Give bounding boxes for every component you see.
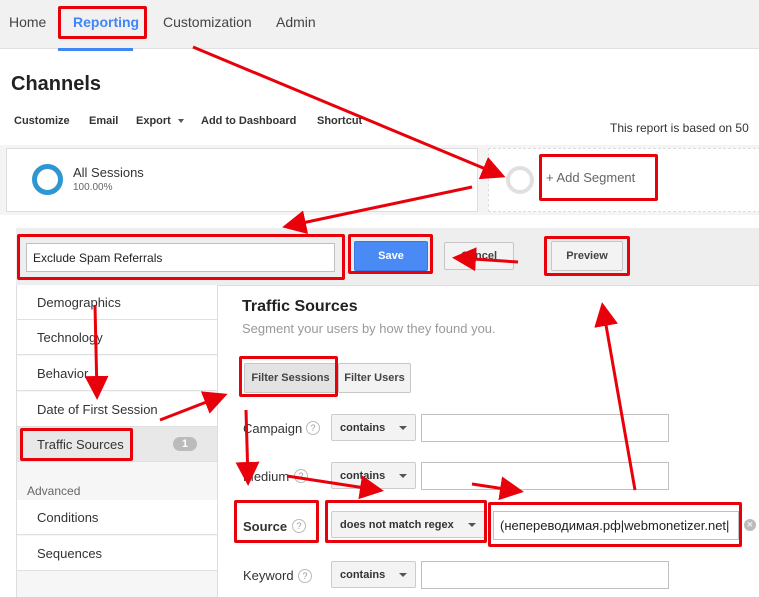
active-tab-indicator bbox=[58, 48, 133, 51]
clear-icon[interactable]: × bbox=[744, 519, 756, 531]
cancel-button[interactable]: Cancel bbox=[444, 242, 514, 270]
source-label: Source bbox=[243, 519, 288, 534]
sidebar-item-date-of-first-session[interactable]: Date of First Session bbox=[17, 392, 217, 427]
sidebar-item-label: Traffic Sources bbox=[37, 436, 124, 452]
keyword-label: Keyword bbox=[243, 568, 294, 583]
help-icon[interactable]: ? bbox=[294, 469, 308, 483]
chevron-down-icon bbox=[399, 572, 407, 577]
segment-percent: 100.00% bbox=[73, 182, 113, 193]
sidebar-item-conditions[interactable]: Conditions bbox=[17, 500, 217, 535]
filter-count-badge: 1 bbox=[172, 437, 197, 451]
preview-button[interactable]: Preview bbox=[551, 241, 623, 271]
help-icon[interactable]: ? bbox=[292, 519, 306, 533]
sidebar-item-traffic-sources[interactable]: Traffic Sources 1 bbox=[17, 427, 217, 462]
operator-label: contains bbox=[340, 421, 386, 434]
segment-label: All Sessions bbox=[73, 165, 144, 180]
empty-segment-ring-icon bbox=[506, 166, 534, 194]
filter-sessions-button[interactable]: Filter Sessions bbox=[244, 363, 337, 393]
operator-label: contains bbox=[340, 469, 386, 482]
add-segment-slot[interactable]: + Add Segment bbox=[488, 148, 759, 212]
tab-home[interactable]: Home bbox=[9, 14, 46, 30]
tab-customization[interactable]: Customization bbox=[163, 14, 252, 30]
chevron-down-icon bbox=[399, 473, 407, 478]
export-button[interactable]: Export bbox=[136, 115, 184, 127]
sidebar-item-technology[interactable]: Technology bbox=[17, 320, 217, 355]
shortcut-button[interactable]: Shortcut bbox=[317, 115, 362, 127]
tab-admin[interactable]: Admin bbox=[276, 14, 316, 30]
medium-value-input[interactable] bbox=[421, 462, 669, 490]
page-title: Channels bbox=[11, 73, 102, 95]
export-label: Export bbox=[136, 115, 171, 127]
campaign-value-input[interactable] bbox=[421, 414, 669, 442]
report-sampling-note: This report is based on 50 bbox=[610, 121, 749, 135]
customize-button[interactable]: Customize bbox=[14, 115, 70, 127]
tab-reporting[interactable]: Reporting bbox=[73, 14, 139, 30]
segment-name-input[interactable]: Exclude Spam Referrals bbox=[26, 243, 335, 272]
panel-subtitle: Segment your users by how they found you… bbox=[242, 321, 496, 336]
help-icon[interactable]: ? bbox=[298, 569, 312, 583]
campaign-label: Campaign bbox=[243, 421, 303, 436]
sidebar-item-behavior[interactable]: Behavior bbox=[17, 356, 217, 391]
segment-ring-icon bbox=[32, 164, 63, 195]
email-button[interactable]: Email bbox=[89, 115, 118, 127]
sidebar-item-demographics[interactable]: Demographics bbox=[17, 285, 217, 320]
panel-title: Traffic Sources bbox=[242, 298, 358, 315]
source-value-input[interactable]: (непереводимая.рф|webmonetizer.net| bbox=[493, 511, 739, 540]
segment-all-sessions[interactable]: All Sessions 100.00% bbox=[6, 148, 478, 212]
advanced-section-label: Advanced bbox=[27, 484, 81, 498]
chevron-down-icon bbox=[399, 425, 407, 430]
save-button[interactable]: Save bbox=[354, 241, 428, 271]
help-icon[interactable]: ? bbox=[306, 421, 320, 435]
keyword-operator-select[interactable]: contains bbox=[331, 561, 416, 588]
sidebar-item-sequences[interactable]: Sequences bbox=[17, 536, 217, 571]
keyword-value-input[interactable] bbox=[421, 561, 669, 589]
add-segment-button[interactable]: + Add Segment bbox=[546, 170, 635, 185]
medium-label: Medium bbox=[243, 469, 290, 484]
operator-label: does not match regex bbox=[340, 518, 454, 531]
medium-operator-select[interactable]: contains bbox=[331, 462, 416, 489]
campaign-operator-select[interactable]: contains bbox=[331, 414, 416, 441]
add-to-dashboard-button[interactable]: Add to Dashboard bbox=[201, 115, 296, 127]
operator-label: contains bbox=[340, 568, 386, 581]
chevron-down-icon bbox=[177, 119, 184, 124]
source-operator-select[interactable]: does not match regex bbox=[331, 511, 485, 538]
chevron-down-icon bbox=[468, 522, 476, 527]
filter-users-button[interactable]: Filter Users bbox=[338, 363, 411, 393]
